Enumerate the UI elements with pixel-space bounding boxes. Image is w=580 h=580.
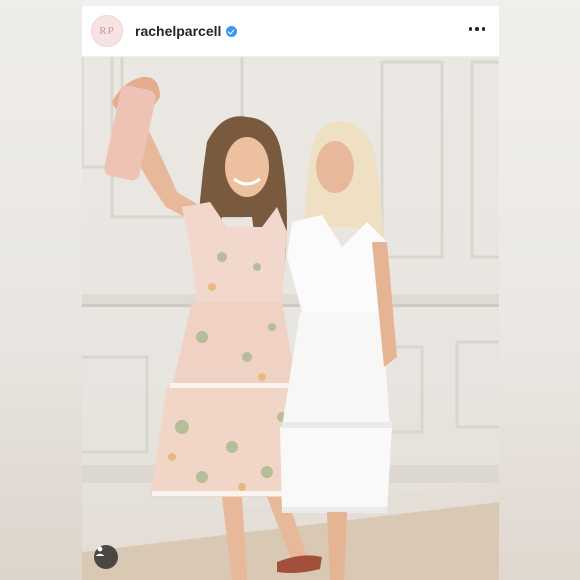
backdrop-left: [0, 0, 82, 580]
avatar[interactable]: RP: [91, 15, 123, 47]
backdrop-right: [498, 0, 580, 580]
wall-panel: [82, 355, 149, 454]
verified-badge-icon: [226, 25, 238, 37]
chair-rail: [82, 294, 499, 304]
dress-skirt-tier: [172, 302, 297, 387]
dress-skirt-white: [280, 427, 392, 512]
face-left: [225, 137, 269, 197]
wall-panel: [380, 60, 444, 259]
avatar-initials: RP: [99, 25, 115, 37]
wall-panel: [455, 340, 499, 429]
dress-bodice-white: [287, 215, 387, 312]
photo-illustration: [82, 57, 499, 580]
user-tag-icon[interactable]: [94, 545, 118, 569]
post-photo[interactable]: [82, 57, 499, 580]
post-header: RP rachelparcell: [82, 6, 499, 57]
wall-panel: [470, 60, 499, 259]
leg: [327, 512, 347, 580]
more-options-icon[interactable]: [468, 27, 485, 31]
face-right: [316, 141, 354, 193]
dress-skirt-white: [282, 312, 390, 427]
instagram-post: RP rachelparcell: [82, 6, 499, 580]
username[interactable]: rachelparcell: [135, 23, 221, 39]
